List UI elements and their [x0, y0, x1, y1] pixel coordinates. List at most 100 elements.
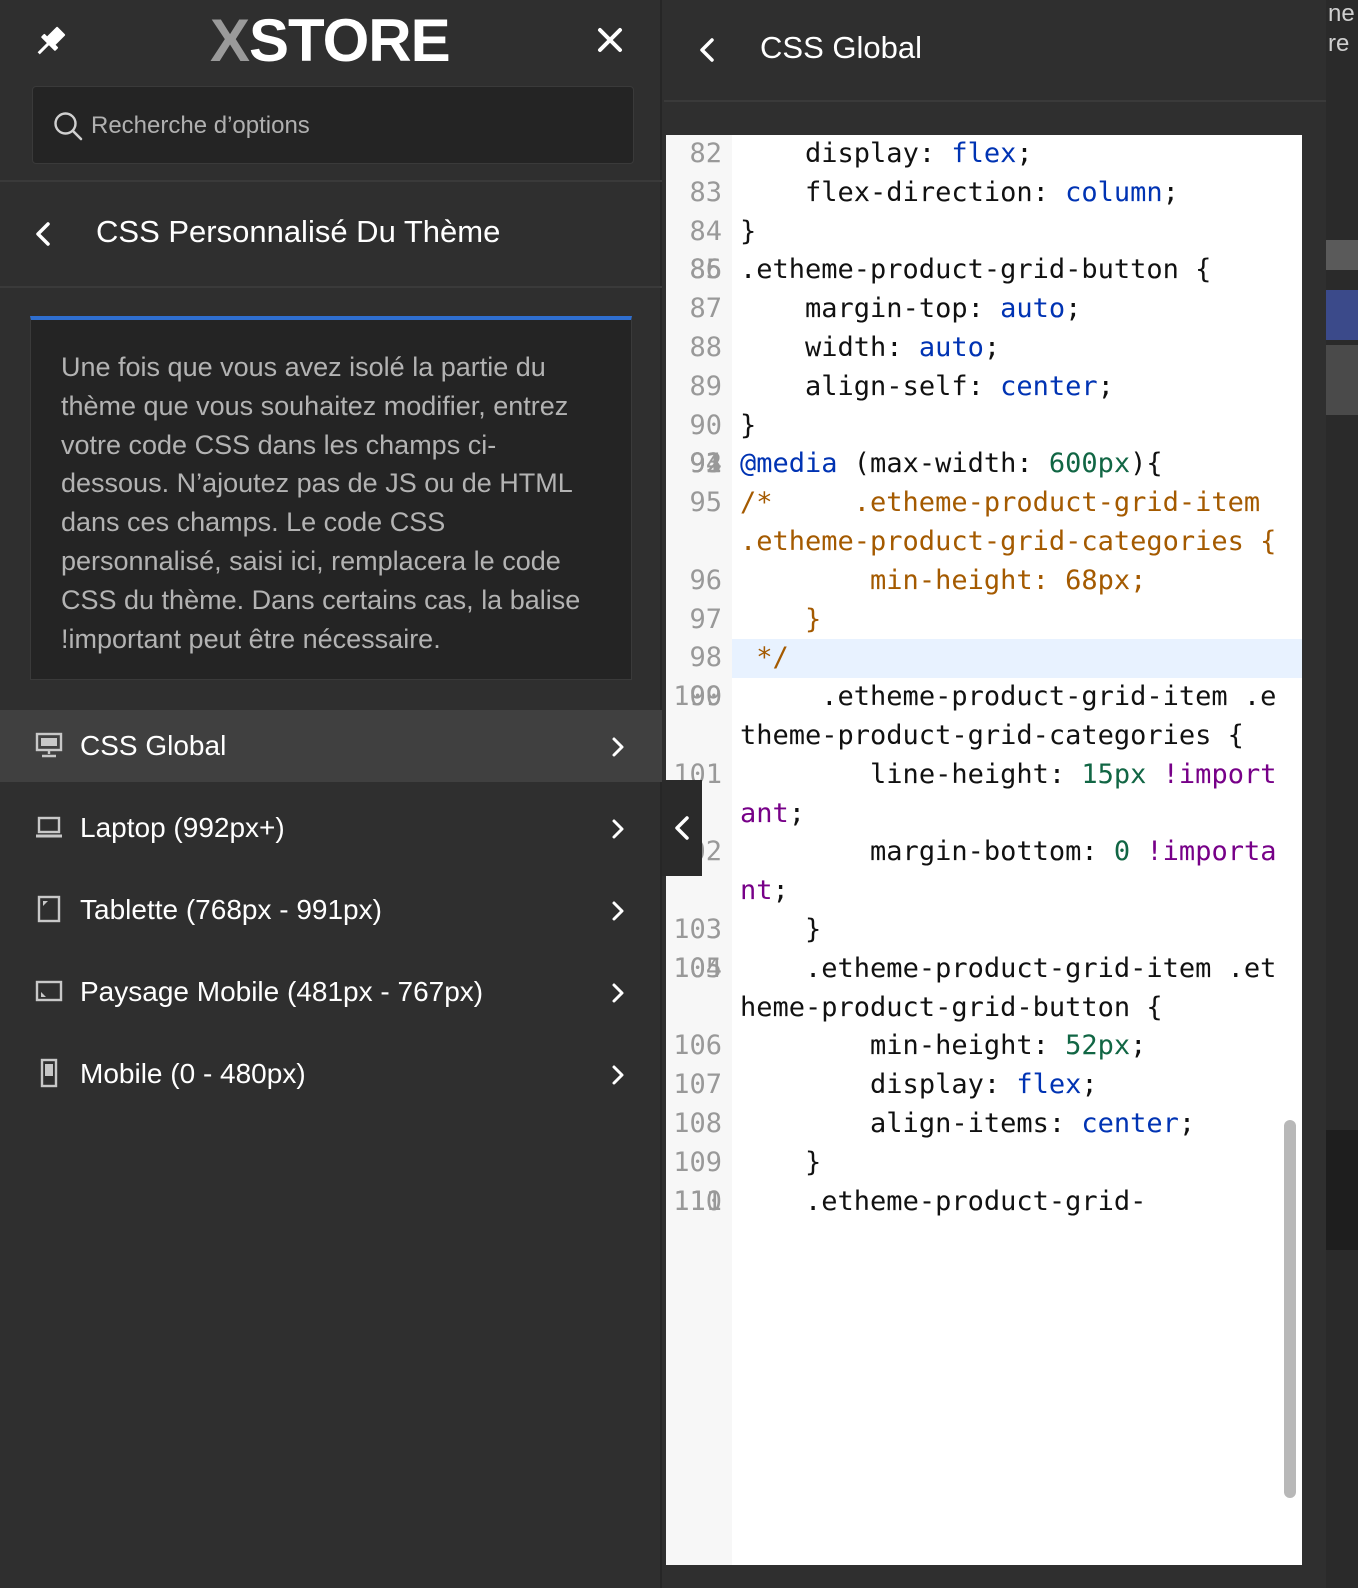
code-token: 0	[1113, 836, 1131, 868]
code-text: align-items: center;	[732, 1105, 1280, 1144]
code-editor[interactable]: 82 display: flex; 83 flex-direction: colu…	[666, 135, 1302, 1565]
code-line[interactable]: 89 align-self: center;	[689, 368, 1302, 407]
line-number: 98	[689, 642, 722, 674]
code-line[interactable]: 102 margin-bottom: 0 !important;	[673, 833, 1302, 911]
code-line[interactable]: 111 .etheme-product-grid-	[673, 1183, 1302, 1222]
device-label: Mobile (0 - 480px)	[80, 1058, 306, 1089]
line-number: 95	[689, 487, 722, 519]
code-token: auto	[918, 331, 984, 363]
chevron-right-icon	[612, 819, 624, 839]
chevron-right-icon	[612, 1065, 624, 1085]
code-token: align-self:	[740, 370, 1001, 402]
code-text: @media (max-width: 600px){	[732, 445, 1280, 484]
code-line[interactable]: 107 display: flex;	[673, 1066, 1302, 1105]
code-line[interactable]: 97 }	[689, 601, 1302, 640]
code-token: }	[740, 215, 757, 247]
code-area[interactable]: 82 display: flex; 83 flex-direction: colu…	[673, 135, 1302, 1222]
chevron-left-icon[interactable]	[28, 214, 58, 254]
code-text: flex-direction: column;	[732, 174, 1280, 213]
device-item-css-global[interactable]: CSS Global	[0, 710, 662, 782]
preview-block	[1326, 290, 1358, 340]
search-input[interactable]	[89, 101, 613, 151]
code-token: display:	[740, 1069, 1017, 1101]
pin-icon[interactable]	[30, 22, 70, 62]
code-token: display:	[740, 138, 952, 169]
code-text: .etheme-product-grid-item .etheme-produc…	[732, 950, 1280, 1028]
collapse-sidebar-button[interactable]	[662, 780, 702, 876]
code-line[interactable]: 83 flex-direction: column;	[689, 174, 1302, 213]
code-token: flex-direction:	[740, 176, 1066, 208]
code-token: min-height:	[740, 1030, 1066, 1062]
code-line[interactable]: 96 min-height: 68px;	[689, 562, 1302, 601]
code-token: 52px	[1065, 1030, 1131, 1062]
code-text: display: flex;	[732, 1066, 1280, 1105]
code-token: auto	[1000, 293, 1066, 325]
code-text: min-height: 68px;	[732, 562, 1280, 601]
code-token: flex	[1016, 1069, 1082, 1101]
code-line[interactable]: 108 align-items: center;	[673, 1105, 1302, 1144]
code-line[interactable]: 82 display: flex;	[689, 135, 1302, 174]
section-title: CSS Personnalisé Du Thème	[96, 214, 501, 249]
code-line[interactable]: 100 .etheme-product-grid-item .etheme-pr…	[673, 678, 1302, 756]
code-line[interactable]: 105 .etheme-product-grid-item .etheme-pr…	[673, 950, 1302, 1028]
code-line[interactable]: 86 .etheme-product-grid-button {	[689, 251, 1302, 290]
code-token: ;	[983, 331, 1001, 363]
device-label: CSS Global	[80, 730, 227, 761]
code-line[interactable]: 98 */	[689, 639, 1302, 679]
code-token: ;	[788, 797, 806, 829]
code-token: width:	[740, 331, 919, 363]
code-line[interactable]: 101 line-height: 15px !important;	[673, 756, 1302, 834]
search-box	[32, 86, 634, 164]
line-number: 84	[689, 215, 722, 247]
code-token: margin-bottom:	[740, 836, 1114, 868]
code-text: /* .etheme-product-grid-item .etheme-pro…	[732, 484, 1280, 562]
code-token: min-height: 68px;	[740, 564, 1147, 596]
code-line[interactable]: 109 }	[673, 1144, 1302, 1183]
device-item-mobile[interactable]: Mobile (0 - 480px)	[0, 1038, 662, 1110]
divider	[664, 100, 1326, 102]
code-token: ;	[1162, 176, 1179, 208]
mobile-icon	[40, 1058, 58, 1088]
editor-scrollbar[interactable]	[1284, 1120, 1296, 1498]
mobile-landscape-icon	[35, 980, 63, 1002]
code-text: line-height: 15px !important;	[732, 756, 1280, 834]
code-token: }	[740, 1146, 822, 1178]
code-line[interactable]: 90}	[689, 407, 1302, 446]
tablet-icon	[37, 895, 61, 923]
device-item-mobile-landscape[interactable]: Paysage Mobile (481px - 767px)	[0, 956, 662, 1028]
chevron-right-icon	[612, 737, 624, 757]
code-line[interactable]: 84}	[689, 213, 1302, 252]
code-text: align-self: center;	[732, 368, 1280, 407]
close-icon[interactable]	[592, 22, 628, 58]
code-text: .etheme-product-grid-button {	[732, 251, 1280, 290]
line-number: 89	[689, 370, 722, 402]
code-text: }	[732, 1144, 1280, 1183]
xstore-logo: XSTORE	[210, 7, 451, 74]
code-line[interactable]: 106 min-height: 52px;	[673, 1027, 1302, 1066]
preview-block	[1326, 345, 1358, 415]
divider	[0, 286, 662, 288]
code-token: ;	[1130, 1030, 1147, 1062]
search-icon	[54, 112, 83, 141]
code-line[interactable]: 94 @media (max-width: 600px){	[689, 445, 1302, 484]
code-line[interactable]: 103 }	[673, 911, 1302, 950]
line-number: 82	[689, 138, 722, 169]
code-line[interactable]: 87 margin-top: auto;	[689, 290, 1302, 329]
code-line[interactable]: 88 width: auto;	[689, 329, 1302, 368]
line-number: 109	[673, 1146, 722, 1178]
code-token: ;	[1065, 293, 1082, 325]
code-token: (max-width:	[837, 448, 1049, 480]
chevron-right-icon	[612, 983, 624, 1003]
site-preview[interactable]: ne re	[1326, 0, 1358, 1588]
code-token: flex	[951, 138, 1017, 169]
preview-text-fragment: re	[1328, 30, 1350, 57]
device-item-tablet[interactable]: Tablette (768px - 991px)	[0, 874, 662, 946]
code-token: ){	[1130, 448, 1163, 480]
css-editor-panel: CSS Global 82 display: flex; 83 flex-dire…	[664, 0, 1326, 1588]
device-item-laptop[interactable]: Laptop (992px+)	[0, 792, 662, 864]
code-line[interactable]: 95 /* .etheme-product-grid-item .etheme-p…	[689, 484, 1302, 562]
preview-text-fragment: ne	[1328, 0, 1355, 27]
line-number: 97	[689, 603, 722, 635]
chevron-left-icon[interactable]	[692, 30, 722, 70]
